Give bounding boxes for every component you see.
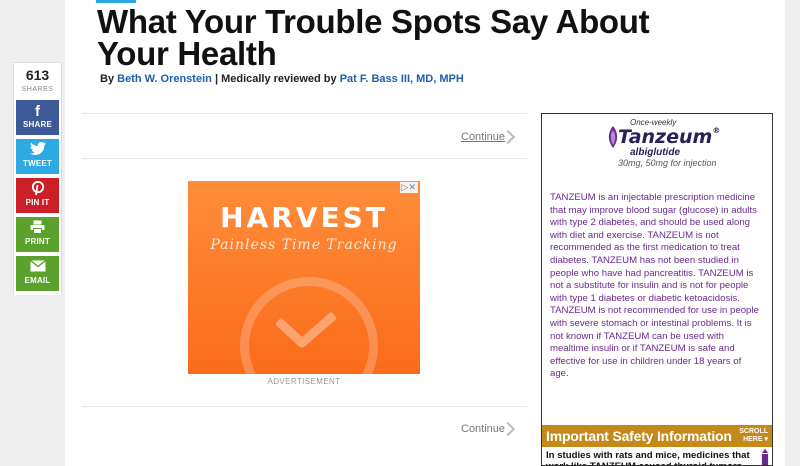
generic-name: albiglutide	[630, 147, 680, 158]
scroll-here-button[interactable]: SCROLL HERE ▾	[739, 428, 768, 444]
pinterest-pin-label: PIN IT	[25, 198, 50, 207]
tanzeum-logo: Once-weekly Tanzeum® albiglutide 30mg, 5…	[604, 118, 734, 168]
scroll-label-1: SCROLL	[739, 428, 768, 435]
email-button[interactable]: EMAIL	[16, 256, 59, 291]
divider	[82, 406, 527, 407]
byline-prefix: By	[100, 73, 115, 85]
page-title: What Your Trouble Spots Say About Your H…	[97, 3, 650, 72]
safety-info-bar: Important Safety Information SCROLL HERE …	[542, 425, 772, 447]
print-label: PRINT	[25, 237, 50, 246]
isi-scroll-thumb[interactable]	[762, 454, 768, 465]
ad-tagline: Painless Time Tracking	[210, 237, 398, 253]
printer-icon	[16, 220, 59, 237]
twitter-tweet-button[interactable]: TWEET	[16, 139, 59, 174]
safety-info-text: In studies with rats and mice, medicines…	[546, 450, 750, 465]
twitter-icon	[16, 141, 59, 159]
envelope-icon	[16, 259, 59, 276]
divider	[82, 113, 527, 114]
email-label: EMAIL	[24, 276, 51, 285]
adchoices-icon[interactable]: ▷✕	[399, 182, 418, 193]
byline: By Beth W. Orenstein | Medically reviewe…	[100, 73, 464, 85]
continue-label: Continue	[461, 423, 506, 435]
continue-link-bottom[interactable]: Continue	[461, 423, 505, 435]
ad-brand: HARVEST	[220, 201, 388, 234]
harvest-ad[interactable]: HARVEST Painless Time Tracking ▷✕	[188, 181, 420, 374]
continue-label: Continue	[461, 131, 506, 143]
advertisement-label: ADVERTISEMENT	[267, 377, 341, 386]
indication-text: TANZEUM is an injectable prescription me…	[550, 192, 759, 380]
share-count-number: 613	[25, 67, 50, 83]
reviewer-link[interactable]: Pat F. Bass III, MD, MPH	[340, 73, 464, 85]
tanzeum-sidebar-ad[interactable]: Once-weekly Tanzeum® albiglutide 30mg, 5…	[541, 113, 773, 466]
print-button[interactable]: PRINT	[16, 217, 59, 252]
registered-mark: ®	[712, 126, 721, 135]
tanzeum-brand: Tanzeum®	[618, 126, 720, 148]
divider	[82, 158, 527, 159]
checkmark-icon	[276, 311, 336, 348]
scroll-up-icon[interactable]	[762, 449, 768, 453]
reviewed-prefix: Medically reviewed by	[221, 73, 337, 85]
share-bar: 613 SHARES f SHARE TWEET PIN IT PRINT EM…	[13, 62, 62, 295]
scroll-label-2: HERE ▾	[743, 436, 768, 443]
facebook-share-button[interactable]: f SHARE	[16, 100, 59, 135]
pinterest-pin-button[interactable]: PIN IT	[16, 178, 59, 213]
twitter-tweet-label: TWEET	[23, 159, 52, 168]
facebook-icon: f	[35, 103, 40, 120]
pinterest-icon	[16, 180, 59, 198]
share-count-label: SHARES	[21, 86, 54, 93]
author-link[interactable]: Beth W. Orenstein	[117, 73, 212, 85]
share-count: 613 SHARES	[14, 63, 61, 100]
byline-separator: |	[214, 73, 219, 85]
continue-link-top[interactable]: Continue	[461, 131, 505, 143]
dose-label: 30mg, 50mg for injection	[618, 158, 717, 168]
facebook-share-label: SHARE	[22, 120, 52, 129]
safety-info-heading: Important Safety Information	[546, 428, 732, 444]
tanzeum-brand-text: Tanzeum	[618, 126, 713, 148]
